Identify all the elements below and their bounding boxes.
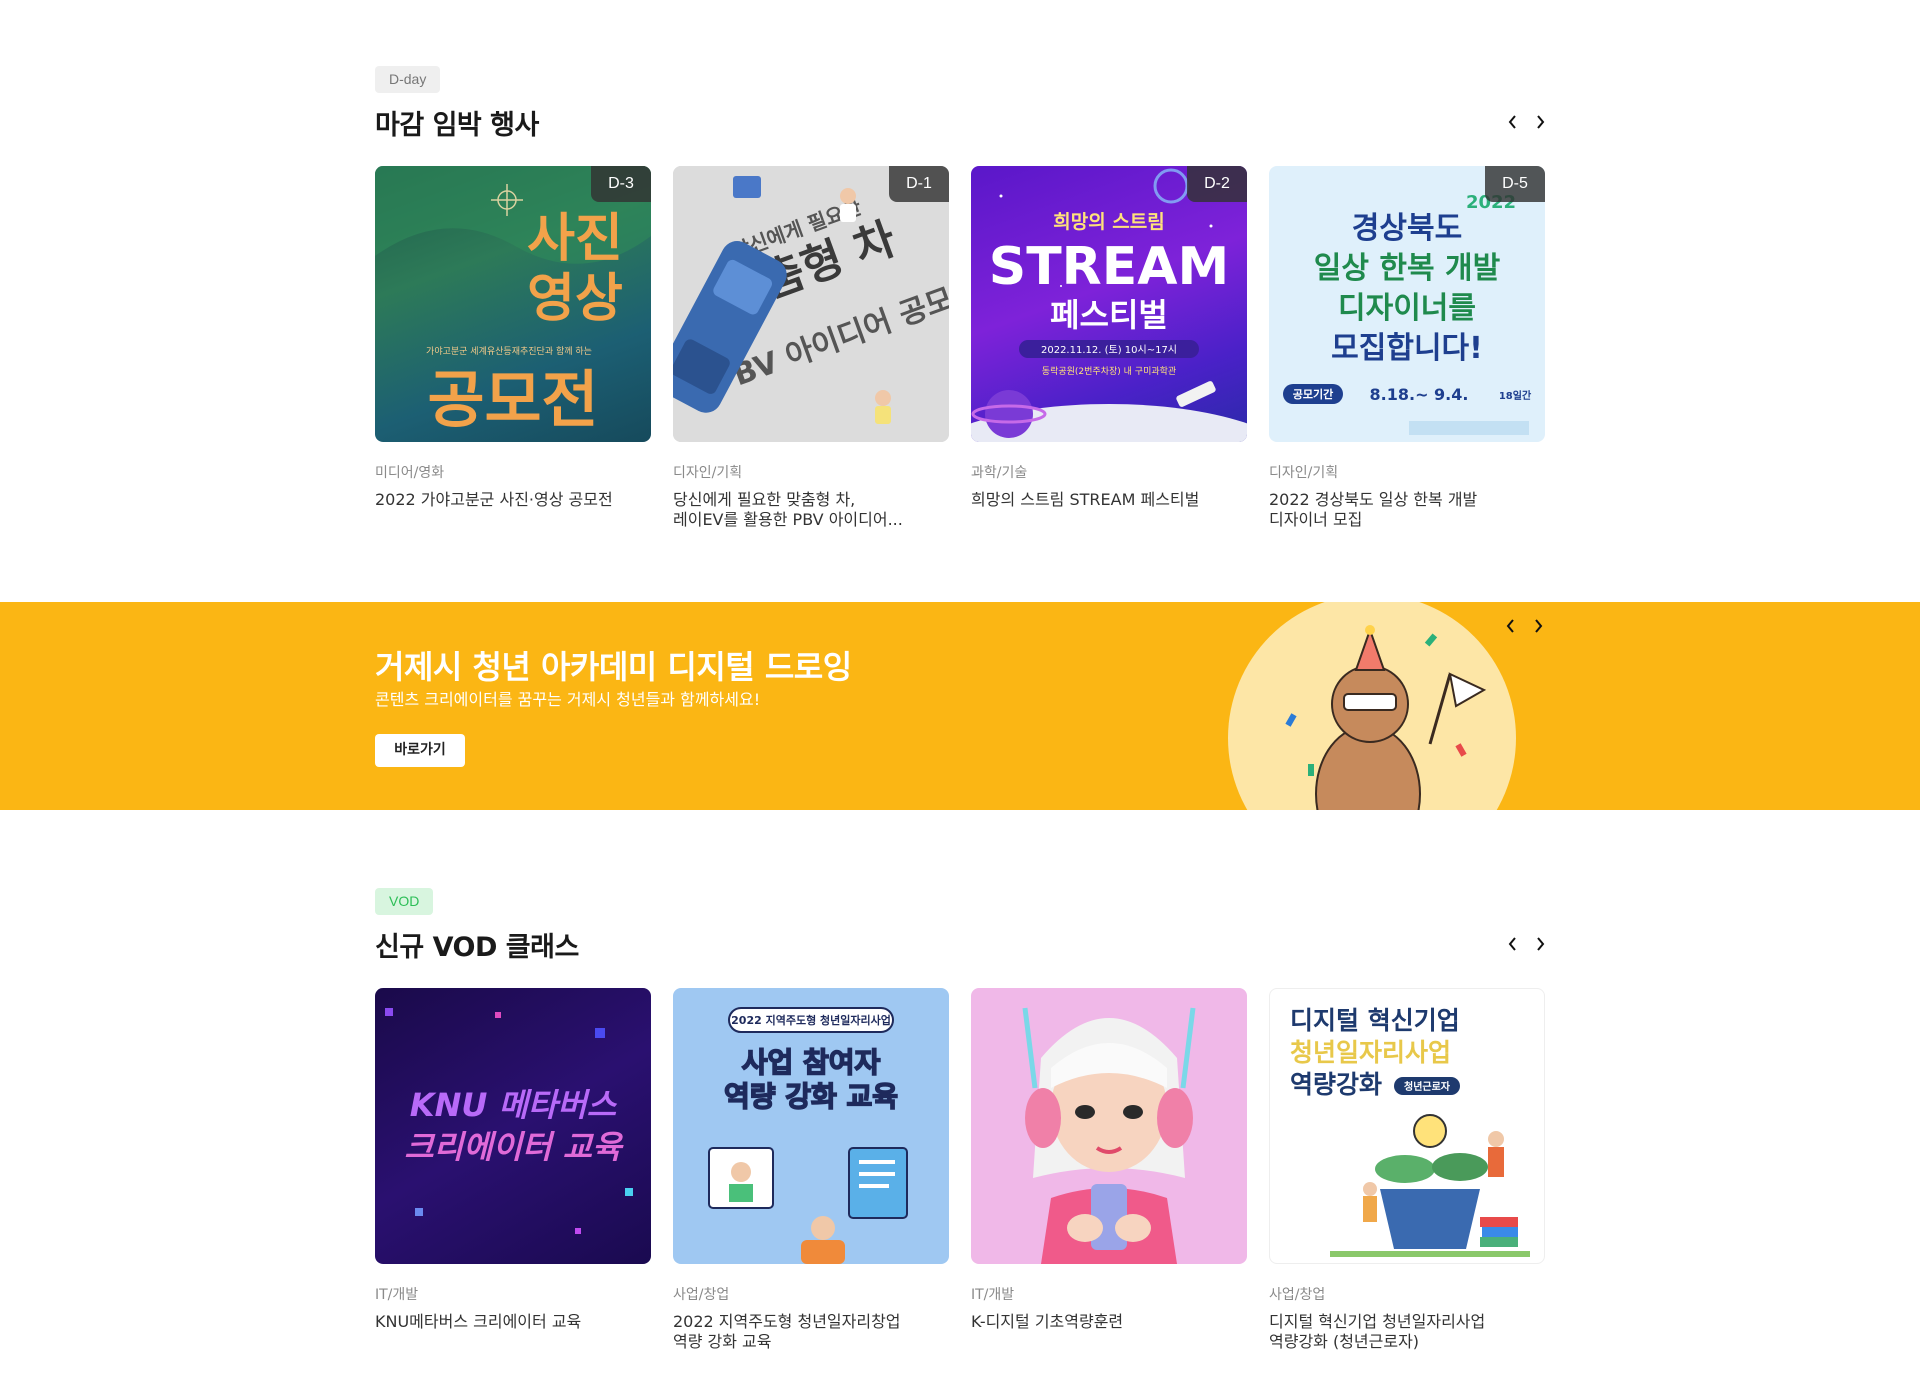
event-poster[interactable]: 희망의 스트림 STREAM 페스티벌 2022.11.12. (토) 10시~…	[971, 166, 1247, 442]
svg-text:디지털 혁신기업: 디지털 혁신기업	[1290, 1006, 1460, 1035]
dday-card-list: 사진 영상 가야고분군 세계유산등재추진단과 함께 하는 공모전 D-3 미디어…	[375, 166, 1545, 529]
svg-text:청년일자리사업: 청년일자리사업	[1290, 1038, 1451, 1067]
poster-art: 당신에게 필요한 맞춤형 차 PBV 아이디어 공모전	[673, 166, 949, 442]
bear-party-icon	[1285, 625, 1487, 810]
event-card[interactable]: 사진 영상 가야고분군 세계유산등재추진단과 함께 하는 공모전 D-3 미디어…	[375, 166, 651, 510]
vod-carousel-nav	[1504, 932, 1548, 956]
chevron-right-icon[interactable]	[1529, 614, 1546, 638]
banner-illustration	[1228, 602, 1516, 810]
svg-text:역량 강화 교육: 역량 강화 교육	[724, 1080, 898, 1113]
svg-text:희망의 스트림: 희망의 스트림	[1053, 211, 1165, 233]
dday-badge: D-1	[889, 166, 949, 202]
svg-text:8.18.~ 9.4.: 8.18.~ 9.4.	[1370, 385, 1469, 404]
event-poster[interactable]: 2022 경상북도 일상 한복 개발 디자이너를 모집합니다! 공모기간 8.1…	[1269, 166, 1545, 442]
svg-text:크리에이터 교육: 크리에이터 교육	[404, 1128, 624, 1166]
svg-text:역량강화: 역량강화	[1290, 1070, 1382, 1099]
dday-badge: D-2	[1187, 166, 1247, 202]
svg-text:경상북도: 경상북도	[1352, 211, 1462, 246]
chevron-right-icon[interactable]	[1531, 110, 1548, 134]
vod-card[interactable]: 디지털 혁신기업 청년일자리사업 역량강화 청년근로자 사업/창업 디지털 혁신…	[1269, 988, 1545, 1352]
vod-card[interactable]: IT/개발 K-디지털 기초역량훈련	[971, 988, 1247, 1332]
vod-title[interactable]: K-디지털 기초역량훈련	[971, 1312, 1247, 1332]
svg-text:2022 지역주도형 청년일자리사업: 2022 지역주도형 청년일자리사업	[731, 1013, 891, 1027]
poster-art: KNU 메타버스 크리에이터 교육	[385, 1008, 633, 1234]
svg-text:STREAM: STREAM	[989, 237, 1229, 297]
event-category: 과학/기술	[971, 465, 1028, 481]
svg-text:공모기간: 공모기간	[1293, 387, 1333, 401]
event-category: 미디어/영화	[375, 465, 445, 481]
dday-section-title: 마감 임박 행사	[375, 110, 539, 141]
vod-card[interactable]: 2022 지역주도형 청년일자리사업 사업 참여자 역량 강화 교육 사업/창업…	[673, 988, 949, 1352]
vod-category: IT/개발	[971, 1287, 1015, 1303]
vod-thumbnail[interactable]	[971, 988, 1247, 1264]
svg-text:페스티벌: 페스티벌	[1050, 296, 1168, 334]
vod-category: 사업/창업	[1269, 1287, 1326, 1303]
dday-tag: D-day	[375, 66, 441, 93]
svg-text:사진: 사진	[527, 209, 623, 269]
promo-banner: 거제시 청년 아카데미 디지털 드로잉 콘텐츠 크리에이터를 꿈꾸는 거제시 청…	[0, 602, 1920, 810]
poster-art: 희망의 스트림 STREAM 페스티벌 2022.11.12. (토) 10시~…	[971, 168, 1247, 442]
vod-thumbnail[interactable]: 디지털 혁신기업 청년일자리사업 역량강화 청년근로자	[1269, 988, 1545, 1264]
dday-badge: D-3	[591, 166, 651, 202]
dday-badge: D-5	[1485, 166, 1545, 202]
event-card[interactable]: 2022 경상북도 일상 한복 개발 디자이너를 모집합니다! 공모기간 8.1…	[1269, 166, 1545, 530]
event-poster[interactable]: 당신에게 필요한 맞춤형 차 PBV 아이디어 공모전 D-1	[673, 166, 949, 442]
event-card[interactable]: 당신에게 필요한 맞춤형 차 PBV 아이디어 공모전 D-1 디자인/기획 당…	[673, 166, 949, 530]
poster-art: 2022 지역주도형 청년일자리사업 사업 참여자 역량 강화 교육	[708, 1007, 908, 1264]
dday-carousel-nav	[1504, 110, 1548, 134]
event-card[interactable]: 희망의 스트림 STREAM 페스티벌 2022.11.12. (토) 10시~…	[971, 166, 1247, 510]
poster-art: 사진 영상 가야고분군 세계유산등재추진단과 함께 하는 공모전	[375, 166, 651, 436]
event-category: 디자인/기획	[673, 465, 743, 481]
event-title[interactable]: 2022 가야고분군 사진·영상 공모전	[375, 490, 651, 510]
event-category: 디자인/기획	[1269, 465, 1339, 481]
vod-title[interactable]: 2022 지역주도형 청년일자리창업 역량 강화 교육	[673, 1312, 949, 1352]
event-title[interactable]: 당신에게 필요한 맞춤형 차, 레이EV를 활용한 PBV 아이디어...	[673, 490, 949, 530]
svg-text:청년근로자: 청년근로자	[1404, 1080, 1451, 1093]
vod-title[interactable]: KNU메타버스 크리에이터 교육	[375, 1312, 651, 1332]
vod-category: IT/개발	[375, 1287, 419, 1303]
svg-text:디자이너를: 디자이너를	[1338, 291, 1476, 326]
svg-text:2022.11.12. (토) 10시~17시: 2022.11.12. (토) 10시~17시	[1041, 344, 1177, 356]
vod-card-list: KNU 메타버스 크리에이터 교육 IT/개발 KNU메타버스 크리에이터 교육…	[375, 988, 1545, 1351]
chevron-left-icon[interactable]	[1504, 932, 1521, 956]
dday-section: D-day 마감 임박 행사 사진 영상 가야고분군 세계유산등재추진단과 함께…	[375, 66, 1548, 529]
banner-carousel-nav	[1502, 614, 1546, 638]
banner-go-button[interactable]: 바로가기	[375, 734, 465, 767]
vod-thumbnail[interactable]: KNU 메타버스 크리에이터 교육	[375, 988, 651, 1264]
svg-text:공모전: 공모전	[427, 363, 598, 436]
svg-text:동락공원(2번주차장) 내 구미과학관: 동락공원(2번주차장) 내 구미과학관	[1042, 365, 1176, 377]
svg-text:모집합니다!: 모집합니다!	[1331, 331, 1483, 366]
svg-text:18일간: 18일간	[1499, 389, 1532, 402]
vod-card[interactable]: KNU 메타버스 크리에이터 교육 IT/개발 KNU메타버스 크리에이터 교육	[375, 988, 651, 1332]
poster-art: 2022 경상북도 일상 한복 개발 디자이너를 모집합니다! 공모기간 8.1…	[1283, 192, 1532, 435]
vod-thumbnail[interactable]: 2022 지역주도형 청년일자리사업 사업 참여자 역량 강화 교육	[673, 988, 949, 1264]
vod-tag: VOD	[375, 888, 434, 915]
svg-text:사업 참여자: 사업 참여자	[742, 1046, 881, 1079]
event-poster[interactable]: 사진 영상 가야고분군 세계유산등재추진단과 함께 하는 공모전 D-3	[375, 166, 651, 442]
chevron-right-icon[interactable]	[1531, 932, 1548, 956]
svg-text:영상: 영상	[527, 269, 623, 329]
chevron-left-icon[interactable]	[1504, 110, 1521, 134]
vod-section: VOD 신규 VOD 클래스 KNU 메타버스 크리에이터 교육 IT/개발 K…	[375, 888, 1548, 1351]
avatar-art	[1022, 1007, 1196, 1264]
poster-art: 디지털 혁신기업 청년일자리사업 역량강화 청년근로자	[1290, 1006, 1530, 1257]
banner-title: 거제시 청년 아카데미 디지털 드로잉	[375, 648, 852, 686]
svg-text:KNU 메타버스: KNU 메타버스	[410, 1086, 618, 1124]
vod-category: 사업/창업	[673, 1287, 730, 1303]
chevron-left-icon[interactable]	[1502, 614, 1519, 638]
svg-text:가야고분군 세계유산등재추진단과 함께 하는: 가야고분군 세계유산등재추진단과 함께 하는	[426, 345, 592, 357]
vod-section-title: 신규 VOD 클래스	[375, 932, 579, 963]
event-title[interactable]: 2022 경상북도 일상 한복 개발 디자이너 모집	[1269, 490, 1545, 530]
vod-title[interactable]: 디지털 혁신기업 청년일자리사업 역량강화 (청년근로자)	[1269, 1312, 1545, 1352]
event-title[interactable]: 희망의 스트림 STREAM 페스티벌	[971, 490, 1247, 510]
banner-subtitle: 콘텐츠 크리에이터를 꿈꾸는 거제시 청년들과 함께하세요!	[375, 690, 761, 709]
svg-text:일상 한복 개발: 일상 한복 개발	[1314, 251, 1501, 286]
